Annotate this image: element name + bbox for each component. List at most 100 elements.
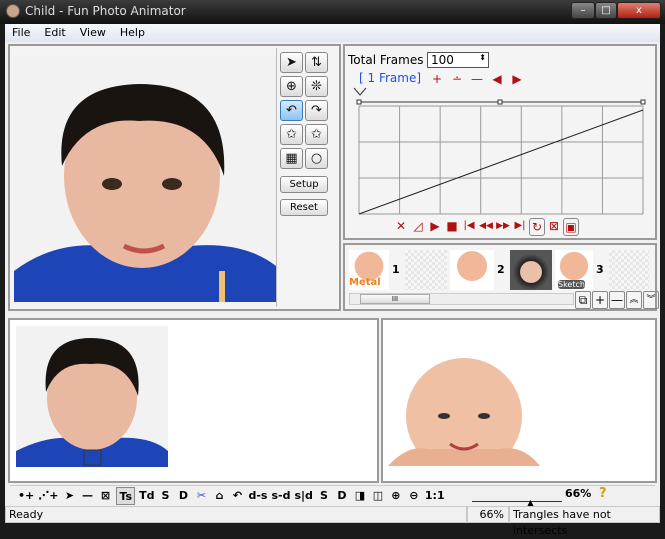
spinner-icon[interactable]: ⬍ bbox=[479, 53, 486, 62]
source-view-panel bbox=[8, 318, 379, 483]
toolbar-button-15[interactable]: S bbox=[317, 487, 331, 505]
scrollbar-thumb[interactable]: III bbox=[360, 294, 430, 304]
toolbar-button-10[interactable]: ⌂ bbox=[212, 487, 226, 505]
thumbnail-number: 3 bbox=[596, 263, 604, 276]
window-title: Child - Fun Photo Animator bbox=[25, 4, 186, 18]
toolbar-button-16[interactable]: D bbox=[335, 487, 349, 505]
remove-keyframe-icon[interactable]: — bbox=[469, 71, 485, 87]
frame-controls: + ∸ — ◀ ▶ bbox=[429, 71, 525, 87]
insert-keyframe-icon[interactable]: ∸ bbox=[449, 71, 465, 87]
loop-icon[interactable]: ↻ bbox=[529, 218, 545, 236]
transition-slot[interactable] bbox=[405, 249, 447, 290]
toolbar-button-5[interactable]: Ts bbox=[116, 486, 136, 505]
zoom-slider[interactable]: ▲ bbox=[472, 490, 562, 507]
curve-grid bbox=[358, 105, 644, 215]
add-keyframe-icon[interactable]: + bbox=[429, 71, 445, 87]
toolbar-button-14[interactable]: s|d bbox=[294, 487, 312, 505]
maximize-button[interactable]: □ bbox=[595, 2, 617, 19]
move-points-tool-icon[interactable]: ⇅ bbox=[305, 52, 328, 73]
thumbnail-strip: Metal 1 2 Sketch 3 bbox=[349, 249, 651, 290]
status-zoom: 66% bbox=[467, 506, 509, 523]
toolbar-button-2[interactable]: ➤ bbox=[62, 487, 76, 505]
minimize-button[interactable]: – bbox=[571, 2, 595, 19]
triangle-icon[interactable]: ◿ bbox=[410, 218, 426, 236]
toolbar-button-7[interactable]: S bbox=[158, 487, 172, 505]
motion-curve-graph[interactable] bbox=[353, 86, 649, 216]
client-area: File Edit View Help ➤ ⇅ ⊕ ❊ ↶ ↷ ✩ ✩ ▦ ○ … bbox=[5, 24, 660, 537]
curve-line bbox=[358, 109, 644, 215]
star-add-icon[interactable]: ✩ bbox=[280, 124, 303, 145]
toolbar-button-6[interactable]: Td bbox=[139, 487, 154, 505]
rewind-icon[interactable]: ◀◀ bbox=[478, 218, 494, 236]
toolbar-button-12[interactable]: d-s bbox=[248, 487, 267, 505]
toolbar-button-4[interactable]: ⊠ bbox=[98, 487, 112, 505]
thumbnail-number: 1 bbox=[392, 263, 400, 276]
clear-icon[interactable]: ⊠ bbox=[546, 218, 562, 236]
zoom-text: 66% bbox=[565, 487, 592, 500]
toolbar-button-3[interactable]: — bbox=[80, 487, 94, 505]
menu-help[interactable]: Help bbox=[113, 24, 152, 42]
source-image[interactable] bbox=[16, 326, 168, 467]
move-down-icon[interactable]: ︾ bbox=[643, 291, 659, 309]
total-frames-input[interactable]: 100 ⬍ bbox=[427, 52, 489, 68]
setup-button[interactable]: Setup bbox=[280, 176, 328, 193]
duplicate-icon[interactable]: ⧉ bbox=[575, 291, 591, 309]
prev-keyframe-icon[interactable]: ◀ bbox=[489, 71, 505, 87]
transition-slot[interactable] bbox=[609, 249, 649, 290]
toolbar-button-20[interactable]: ⊖ bbox=[407, 487, 421, 505]
toolbar-button-19[interactable]: ⊕ bbox=[389, 487, 403, 505]
next-keyframe-icon[interactable]: ▶ bbox=[509, 71, 525, 87]
select-tool-icon[interactable]: ➤ bbox=[280, 52, 303, 73]
status-text: Ready bbox=[5, 506, 467, 523]
thumbnail-1[interactable]: Metal bbox=[349, 249, 389, 290]
rotate-left-icon[interactable]: ↶ bbox=[280, 100, 303, 121]
stop-icon[interactable]: ■ bbox=[444, 218, 460, 236]
current-frame-label: [ 1 Frame] bbox=[359, 71, 422, 85]
thumbnails-panel: Metal 1 2 Sketch 3 III ⧉ + — ︽ ︾ bbox=[343, 243, 659, 311]
thumbnail-3[interactable]: Sketch bbox=[555, 249, 593, 290]
first-frame-icon[interactable]: |◀ bbox=[461, 218, 477, 236]
move-target-icon[interactable]: ⊕ bbox=[280, 76, 303, 97]
menu-view[interactable]: View bbox=[73, 24, 113, 42]
rotate-right-icon[interactable]: ↷ bbox=[305, 100, 328, 121]
target-image[interactable] bbox=[388, 344, 540, 466]
toolbar-button-18[interactable]: ◫ bbox=[371, 487, 385, 505]
transition-slot[interactable] bbox=[510, 249, 552, 290]
menu-file[interactable]: File bbox=[5, 24, 37, 42]
play-icon[interactable]: ▶ bbox=[427, 218, 443, 236]
fast-forward-icon[interactable]: ▶▶ bbox=[495, 218, 511, 236]
menu-edit[interactable]: Edit bbox=[37, 24, 72, 42]
toolbar-button-9[interactable]: ✂ bbox=[194, 487, 208, 505]
app-icon bbox=[6, 4, 20, 18]
circle-icon[interactable]: ○ bbox=[305, 148, 328, 169]
target-view-panel bbox=[381, 318, 657, 483]
delete-icon[interactable]: ✕ bbox=[393, 218, 409, 236]
scale-target-icon[interactable]: ❊ bbox=[305, 76, 328, 97]
toolbar-button-1[interactable]: ⋰+ bbox=[38, 487, 58, 505]
playback-controls: ✕ ◿ ▶ ■ |◀ ◀◀ ▶▶ ▶| ↻ ⊠ ▣ bbox=[393, 218, 579, 236]
last-frame-icon[interactable]: ▶| bbox=[512, 218, 528, 236]
toolbar-button-21[interactable]: 1:1 bbox=[425, 487, 445, 505]
thumbnail-caption: Sketch bbox=[558, 279, 585, 289]
playhead-marker[interactable] bbox=[353, 87, 367, 96]
grid-icon[interactable]: ▦ bbox=[280, 148, 303, 169]
move-up-icon[interactable]: ︽ bbox=[626, 291, 642, 309]
toolbar-button-13[interactable]: s-d bbox=[271, 487, 290, 505]
title-bar: Child - Fun Photo Animator – □ x bbox=[0, 0, 665, 24]
remove-icon[interactable]: — bbox=[609, 291, 625, 309]
thumbnail-number: 2 bbox=[497, 263, 505, 276]
thumbnail-2[interactable] bbox=[450, 249, 494, 290]
thumbnail-scrollbar[interactable]: III bbox=[349, 293, 574, 305]
toolbar-button-0[interactable]: •+ bbox=[18, 487, 34, 505]
toolbar-button-8[interactable]: D bbox=[176, 487, 190, 505]
close-button[interactable]: x bbox=[617, 2, 661, 19]
help-icon[interactable]: ? bbox=[599, 486, 607, 501]
star-remove-icon[interactable]: ✩ bbox=[305, 124, 328, 145]
source-photo[interactable] bbox=[14, 56, 276, 302]
reset-button[interactable]: Reset bbox=[280, 199, 328, 216]
add-icon[interactable]: + bbox=[592, 291, 608, 309]
toolbar-button-17[interactable]: ◨ bbox=[353, 487, 367, 505]
export-icon[interactable]: ▣ bbox=[563, 218, 579, 236]
menu-bar: File Edit View Help bbox=[5, 24, 660, 42]
toolbar-button-11[interactable]: ↶ bbox=[230, 487, 244, 505]
